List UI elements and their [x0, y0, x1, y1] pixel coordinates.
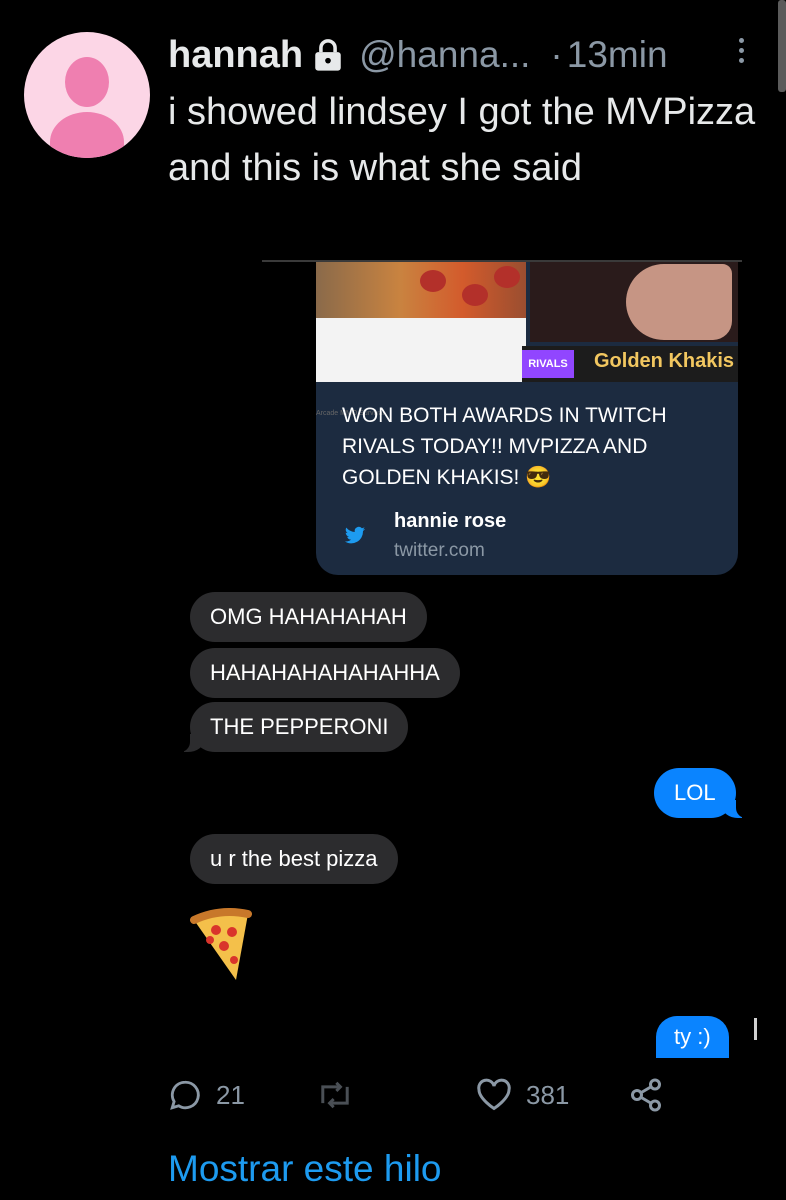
- display-name[interactable]: hannah: [168, 34, 303, 77]
- twitch-rivals-logo: RIVALS: [522, 350, 574, 378]
- embedded-author[interactable]: hannie rose: [394, 510, 506, 533]
- game-categories-strip: Arcade MMO Survival: [316, 318, 526, 417]
- message-bubble-outgoing: ty :): [656, 1016, 729, 1058]
- lock-icon: [315, 39, 341, 71]
- embedded-tweet-card[interactable]: Arcade MMO Survival RIVALS Golden Khakis…: [316, 262, 738, 575]
- tweet-header: hannah @hanna... · 13min: [168, 30, 768, 80]
- message-bubble: u r the best pizza: [190, 834, 398, 884]
- reply-icon: [170, 1080, 200, 1110]
- twitter-bird-icon: [344, 526, 366, 544]
- avatar-head: [65, 57, 109, 107]
- share-button[interactable]: [628, 1072, 664, 1118]
- more-options-icon[interactable]: [736, 38, 746, 72]
- like-count: 381: [526, 1079, 570, 1110]
- text-cursor: [754, 1018, 757, 1040]
- separator: ·: [550, 34, 563, 75]
- message-bubble: OMG HAHAHAHAH: [190, 592, 427, 642]
- award-banner: RIVALS Golden Khakis: [522, 346, 738, 382]
- tweet-text: i showed lindsey I got the MVPizza and t…: [168, 91, 756, 189]
- reply-button[interactable]: 21: [168, 1072, 245, 1118]
- avatar[interactable]: [24, 32, 150, 158]
- timestamp[interactable]: 13min: [567, 34, 668, 76]
- retweet-button[interactable]: [316, 1072, 368, 1118]
- like-button[interactable]: 381: [476, 1072, 569, 1118]
- hands-image: [530, 262, 738, 342]
- heart-icon: [477, 1078, 511, 1111]
- avatar-body: [50, 112, 124, 158]
- scrollbar[interactable]: [778, 0, 786, 92]
- pizza-emoji-message: 🍕: [190, 908, 252, 980]
- award-label: Golden Khakis: [594, 350, 735, 372]
- embedded-domain[interactable]: twitter.com: [394, 540, 485, 562]
- message-bubble: THE PEPPERONI: [177, 702, 409, 752]
- embedded-tweet-text: WON BOTH AWARDS IN TWITCH RIVALS TODAY!!…: [342, 404, 667, 489]
- message-bubble-outgoing: LOL: [654, 768, 748, 818]
- attached-screenshot[interactable]: Arcade MMO Survival RIVALS Golden Khakis…: [177, 258, 757, 1068]
- share-icon: [631, 1078, 661, 1112]
- tweet-actions: 21 381: [168, 1072, 768, 1122]
- reply-count: 21: [216, 1079, 245, 1110]
- pizza-image: [316, 262, 526, 318]
- message-bubble: HAHAHAHAHAHAHHA: [190, 648, 460, 698]
- show-thread-link[interactable]: Mostrar este hilo: [168, 1148, 442, 1190]
- retweet-icon: [321, 1081, 349, 1109]
- handle[interactable]: @hanna...: [359, 34, 530, 76]
